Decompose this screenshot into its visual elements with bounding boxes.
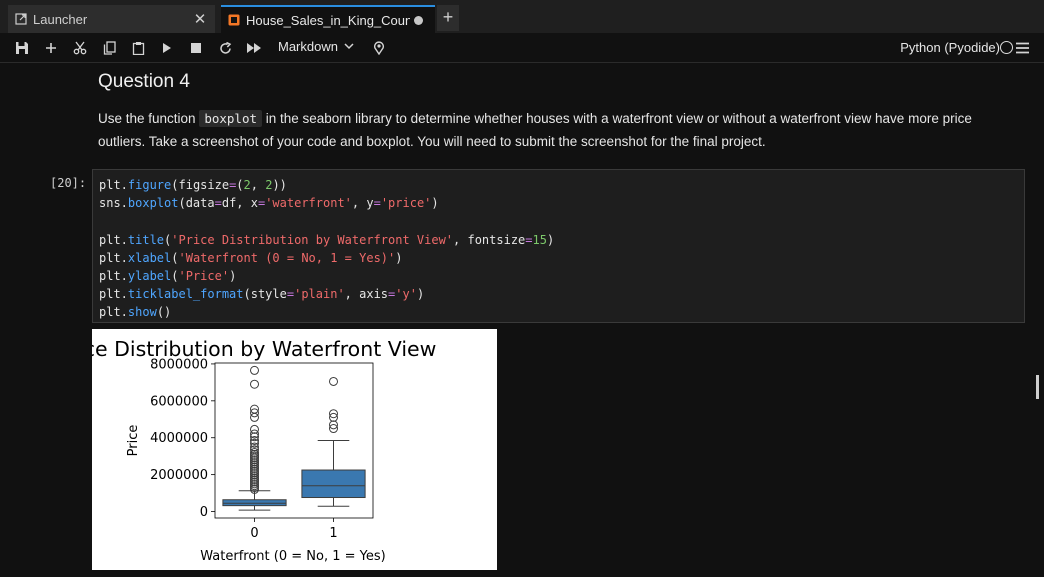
new-tab-button[interactable]: + [437, 5, 459, 31]
copy-icon[interactable] [100, 39, 118, 57]
menu-icon[interactable] [1016, 41, 1029, 59]
y-tick-label: 8000000 [150, 357, 208, 372]
y-tick-label: 6000000 [150, 394, 208, 409]
cut-icon[interactable] [71, 39, 89, 57]
markdown-heading: Question 4 [98, 71, 190, 92]
code-line: plt.show() [99, 305, 172, 320]
save-icon[interactable] [13, 39, 31, 57]
close-icon[interactable]: ✕ [191, 10, 209, 28]
execution-prompt: [20]: [50, 176, 87, 190]
code-editor[interactable]: plt.figure(figsize=(2, 2)) sns.boxplot(d… [92, 169, 1025, 323]
x-tick-label: 0 [250, 526, 258, 541]
outlier-point [250, 412, 259, 422]
notebook-icon [228, 14, 240, 26]
y-axis-label: Price [126, 425, 141, 457]
chevron-down-icon [344, 43, 354, 50]
boxplot-chart: Price Distribution by Waterfront View 0 20… [58, 337, 437, 564]
para-text-before: Use the function [98, 111, 200, 126]
scrollbar-thumb[interactable] [1036, 375, 1039, 399]
notebook-content: Question 4 Use the function boxplot in t… [0, 63, 1044, 577]
outlier-point [250, 379, 259, 389]
outlier-point [250, 365, 259, 375]
y-tick-label: 2000000 [150, 468, 208, 483]
run-icon[interactable] [158, 39, 176, 57]
kernel-name[interactable]: Python (Pyodide) [900, 40, 1000, 55]
markdown-paragraph: Use the function boxplot in the seaborn … [98, 107, 998, 153]
code-line: plt.figure(figsize=(2, 2)) [99, 178, 287, 192]
location-pin-icon[interactable] [370, 39, 388, 57]
inline-code: boxplot [199, 110, 262, 127]
y-tick-label: 0 [200, 505, 208, 520]
code-line: plt.ticklabel_format(style='plain', axis… [99, 287, 425, 302]
add-cell-icon[interactable] [42, 39, 60, 57]
code-line: plt.title('Price Distribution by Waterfr… [99, 232, 555, 247]
paste-icon[interactable] [129, 39, 147, 57]
x-tick-label: 1 [329, 526, 337, 541]
outlier-point [329, 376, 338, 386]
kernel-status-icon [1000, 41, 1013, 54]
restart-icon[interactable] [216, 39, 234, 57]
code-line: sns.boxplot(data=df, x='waterfront', y='… [99, 196, 439, 211]
tab-notebook-label: House_Sales_in_King_Count_ [246, 12, 410, 28]
unsaved-indicator-icon[interactable] [414, 15, 423, 25]
code-line: plt.ylabel('Price') [99, 268, 237, 283]
x-axis-label: Waterfront (0 = No, 1 = Yes) [200, 549, 385, 564]
box-0 [222, 499, 287, 507]
cell-type-dropdown[interactable]: Markdown [278, 39, 354, 54]
fast-forward-icon[interactable] [245, 39, 263, 57]
launcher-icon [15, 13, 27, 25]
stop-icon[interactable] [187, 39, 205, 57]
tab-launcher[interactable]: Launcher ✕ [8, 5, 215, 33]
box-1 [301, 469, 366, 499]
cell-type-value: Markdown [278, 39, 338, 54]
tab-launcher-label: Launcher [33, 11, 88, 27]
cell-output: Price Distribution by Waterfront View 0 20… [58, 329, 497, 570]
tab-bar: Launcher ✕ House_Sales_in_King_Count_ + [0, 0, 1044, 33]
outlier-point [250, 424, 259, 434]
chart-title: Price Distribution by Waterfront View [92, 337, 436, 361]
tab-notebook[interactable]: House_Sales_in_King_Count_ [221, 5, 435, 33]
code-line: plt.xlabel('Waterfront (0 = No, 1 = Yes)… [99, 250, 403, 265]
y-tick-label: 4000000 [150, 431, 208, 446]
notebook-toolbar: Markdown Python (Pyodide) [0, 33, 1044, 63]
